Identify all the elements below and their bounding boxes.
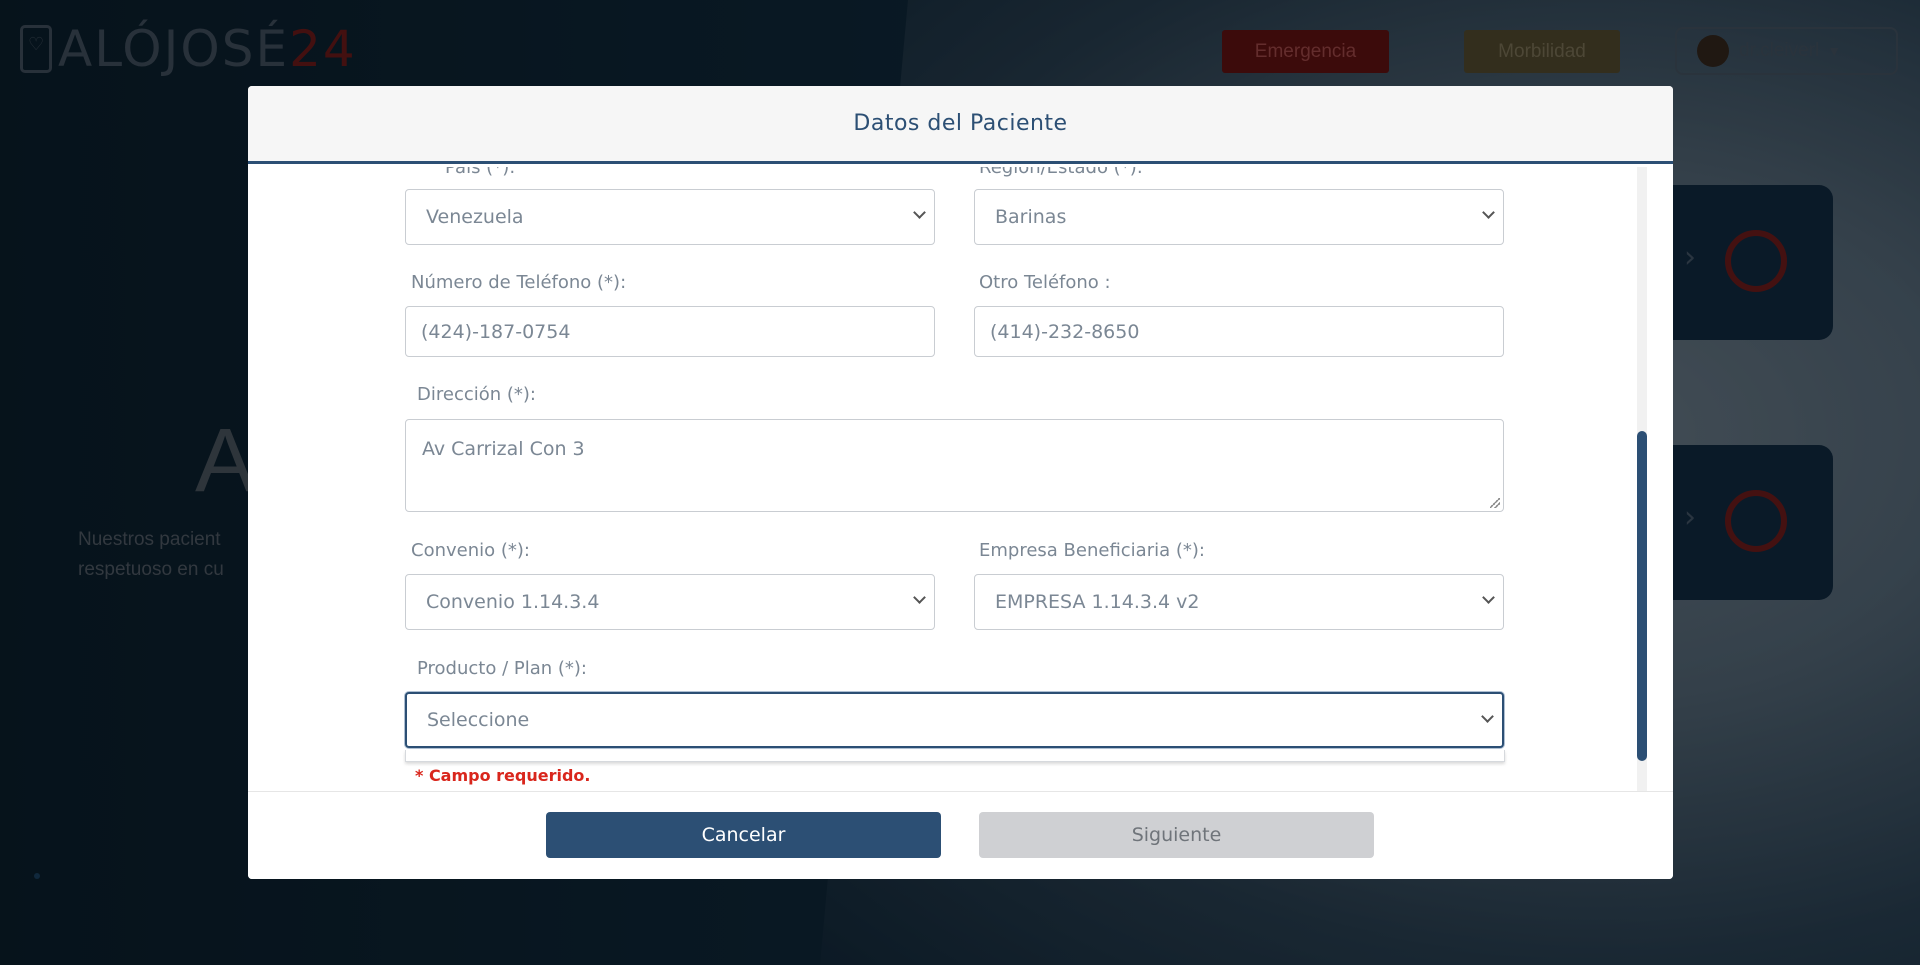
region-value: Barinas [995, 206, 1067, 228]
company-select[interactable]: EMPRESA 1.14.3.4 v2 [974, 574, 1504, 630]
phone-value: (424)-187-0754 [421, 320, 571, 343]
company-label: Empresa Beneficiaria (*): [979, 540, 1205, 561]
modal-footer: Cancelar Siguiente [248, 791, 1673, 879]
region-label: Región/Estado (*): [979, 167, 1143, 178]
phone-input[interactable]: (424)-187-0754 [405, 306, 935, 357]
plan-select[interactable]: Seleccione [405, 692, 1504, 748]
chevron-down-icon [1482, 591, 1495, 604]
plan-label: Producto / Plan (*): [417, 658, 587, 679]
agreement-value: Convenio 1.14.3.4 [426, 591, 600, 613]
cancel-button[interactable]: Cancelar [546, 812, 941, 858]
phone-label: Número de Teléfono (*): [411, 272, 627, 293]
country-select[interactable]: Venezuela [405, 189, 935, 245]
company-value: EMPRESA 1.14.3.4 v2 [995, 591, 1200, 613]
agreement-select[interactable]: Convenio 1.14.3.4 [405, 574, 935, 630]
address-value: Av Carrizal Con 3 [422, 438, 585, 460]
chevron-down-icon [913, 206, 926, 219]
address-textarea[interactable]: Av Carrizal Con 3 [405, 419, 1504, 512]
country-label: País (*): [445, 167, 516, 178]
modal-body: País (*): Región/Estado (*): Venezuela B… [248, 167, 1673, 794]
chevron-down-icon [913, 591, 926, 604]
region-select[interactable]: Barinas [974, 189, 1504, 245]
plan-value: Seleccione [427, 709, 530, 731]
other-phone-label: Otro Teléfono : [979, 272, 1111, 293]
resize-handle-icon[interactable] [1490, 498, 1500, 508]
patient-data-modal: Datos del Paciente País (*): Región/Esta… [248, 86, 1673, 879]
modal-header: Datos del Paciente [248, 86, 1673, 164]
country-value: Venezuela [426, 206, 524, 228]
chevron-down-icon [1482, 206, 1495, 219]
chevron-down-icon [1481, 710, 1494, 723]
modal-title: Datos del Paciente [853, 111, 1068, 136]
agreement-label: Convenio (*): [411, 540, 530, 561]
modal-scrollbar[interactable] [1637, 167, 1647, 794]
next-button[interactable]: Siguiente [979, 812, 1374, 858]
other-phone-input[interactable]: (414)-232-8650 [974, 306, 1504, 357]
scrollbar-thumb[interactable] [1637, 431, 1647, 761]
address-label: Dirección (*): [417, 384, 536, 405]
other-phone-value: (414)-232-8650 [990, 320, 1140, 343]
